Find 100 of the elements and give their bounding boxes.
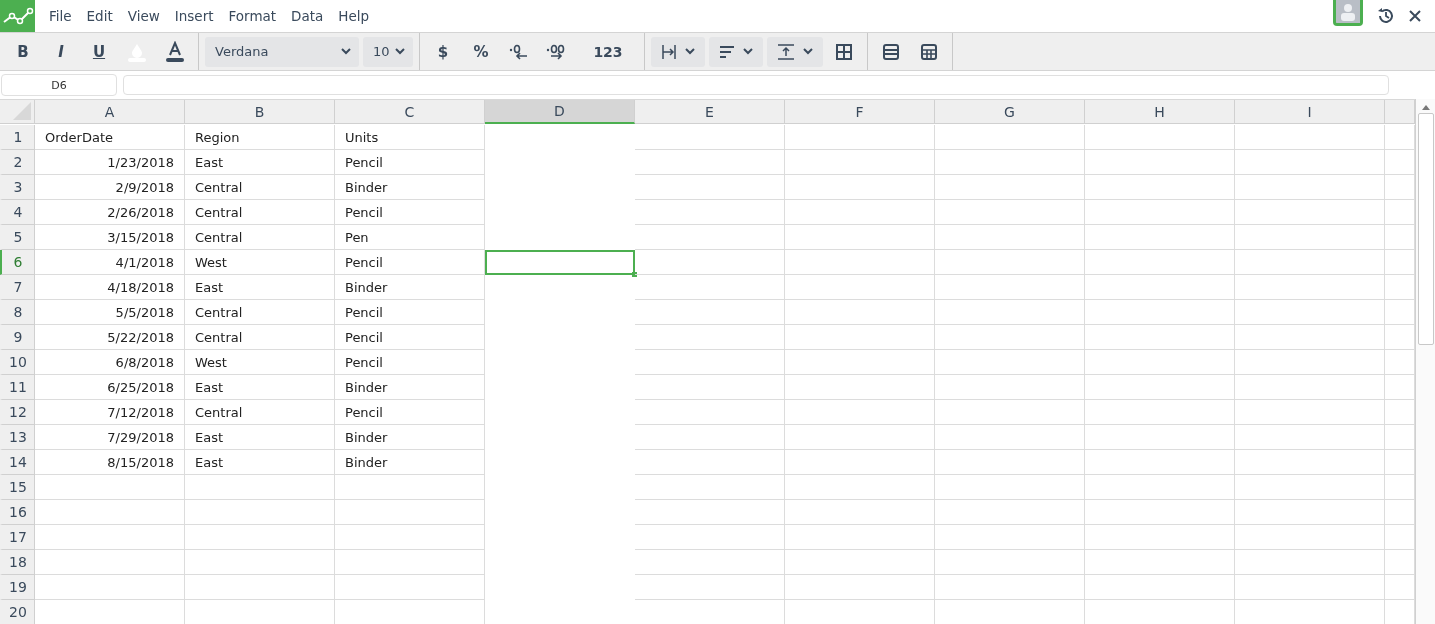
row-header[interactable]: 12: [0, 400, 35, 425]
row-header[interactable]: 7: [0, 275, 35, 300]
vertical-align-dropdown[interactable]: [767, 36, 823, 67]
column-header[interactable]: H: [1085, 100, 1235, 124]
column-header[interactable]: G: [935, 100, 1085, 124]
menu-item[interactable]: Data: [291, 8, 324, 24]
row-header[interactable]: 15: [0, 475, 35, 500]
fill-handle[interactable]: [632, 272, 637, 277]
table-cell: Binder: [335, 175, 485, 200]
row-header[interactable]: 4: [0, 200, 35, 225]
name-box[interactable]: D6: [1, 74, 117, 96]
column-header[interactable]: I: [1235, 100, 1385, 124]
table-cell: Central: [185, 225, 335, 250]
row-header[interactable]: 13: [0, 425, 35, 450]
table-cell: Pencil: [335, 200, 485, 225]
table-cell: Pencil: [335, 325, 485, 350]
table-cell: 7/12/2018: [35, 400, 185, 425]
active-cell[interactable]: [485, 250, 635, 275]
grid-icon: [836, 43, 852, 60]
merge-cells-dropdown[interactable]: [651, 36, 705, 67]
history-button[interactable]: [1377, 7, 1395, 25]
percent-button[interactable]: %: [464, 36, 498, 67]
row-header[interactable]: 14: [0, 450, 35, 475]
menu-item[interactable]: Format: [228, 8, 277, 24]
table-cell: 8/15/2018: [35, 450, 185, 475]
table-cell: Binder: [335, 425, 485, 450]
column-header[interactable]: C: [335, 100, 485, 124]
table-icon: [921, 43, 937, 60]
avatar-button[interactable]: [1333, 0, 1363, 26]
table-cell: Pencil: [335, 150, 485, 175]
table-cell: East: [185, 425, 335, 450]
row-header[interactable]: 8: [0, 300, 35, 325]
scroll-up-icon: [1420, 103, 1431, 111]
scroll-thumb[interactable]: [1417, 113, 1434, 345]
number-format-button[interactable]: 123: [578, 36, 638, 67]
row-header[interactable]: 17: [0, 525, 35, 550]
column-header[interactable]: E: [635, 100, 785, 124]
menu-item[interactable]: Insert: [174, 8, 214, 24]
row-header[interactable]: 11: [0, 375, 35, 400]
row-header[interactable]: 6: [0, 250, 35, 275]
row-header[interactable]: 1: [0, 125, 35, 150]
font-select[interactable]: Verdana: [205, 36, 359, 67]
menu-item[interactable]: File: [49, 8, 72, 24]
table-cell: 4/1/2018: [35, 250, 185, 275]
merge-icon: [661, 43, 677, 60]
text-color-icon: [166, 40, 184, 63]
table-cell: 6/25/2018: [35, 375, 185, 400]
table-cell: 2/26/2018: [35, 200, 185, 225]
table-cell: Central: [185, 200, 335, 225]
column-header[interactable]: F: [785, 100, 935, 124]
menu-item[interactable]: Edit: [86, 8, 113, 24]
decrease-decimal-icon: [509, 43, 529, 60]
chevron-down-icon: [685, 48, 695, 55]
underline-button[interactable]: U: [82, 36, 116, 67]
chevron-down-icon: [341, 48, 351, 55]
close-button[interactable]: [1409, 10, 1421, 22]
table-cell: Central: [185, 325, 335, 350]
table-cell: 5/22/2018: [35, 325, 185, 350]
table-cell: East: [185, 150, 335, 175]
row-header[interactable]: 2: [0, 150, 35, 175]
menu-item[interactable]: Help: [338, 8, 370, 24]
table-cell: Central: [185, 175, 335, 200]
table-rows-icon: [883, 43, 899, 60]
table-cell: Pencil: [335, 250, 485, 275]
user-icon: [1341, 2, 1355, 21]
row-header[interactable]: 3: [0, 175, 35, 200]
italic-button[interactable]: I: [44, 36, 78, 67]
row-header[interactable]: 9: [0, 325, 35, 350]
table-cell: OrderDate: [35, 125, 185, 150]
table-cell: 4/18/2018: [35, 275, 185, 300]
formula-input[interactable]: [123, 75, 1389, 95]
table-cell: Pen: [335, 225, 485, 250]
font-size-select[interactable]: 10: [363, 36, 413, 67]
column-header[interactable]: D: [485, 100, 635, 124]
row-header[interactable]: 10: [0, 350, 35, 375]
table-cell: Units: [335, 125, 485, 150]
align-top-icon: [777, 43, 795, 60]
row-header[interactable]: 5: [0, 225, 35, 250]
menu-item[interactable]: View: [127, 8, 160, 24]
history-icon: [1377, 7, 1395, 25]
align-left-icon: [719, 44, 735, 59]
column-header[interactable]: A: [35, 100, 185, 124]
table-cell: Binder: [335, 375, 485, 400]
table-cell: Pencil: [335, 400, 485, 425]
horizontal-align-dropdown[interactable]: [709, 36, 763, 67]
row-header[interactable]: 20: [0, 600, 35, 624]
row-header[interactable]: 16: [0, 500, 35, 525]
table-cell: West: [185, 250, 335, 275]
table-cell: 3/15/2018: [35, 225, 185, 250]
table-cell: 5/5/2018: [35, 300, 185, 325]
currency-button[interactable]: $: [426, 36, 460, 67]
row-header[interactable]: 18: [0, 550, 35, 575]
table-cell: 2/9/2018: [35, 175, 185, 200]
chevron-down-icon: [743, 48, 753, 55]
table-cell: East: [185, 275, 335, 300]
vertical-scrollbar[interactable]: [1415, 99, 1435, 624]
column-header[interactable]: B: [185, 100, 335, 124]
table-cell: Binder: [335, 275, 485, 300]
bold-button[interactable]: B: [6, 36, 40, 67]
row-header[interactable]: 19: [0, 575, 35, 600]
